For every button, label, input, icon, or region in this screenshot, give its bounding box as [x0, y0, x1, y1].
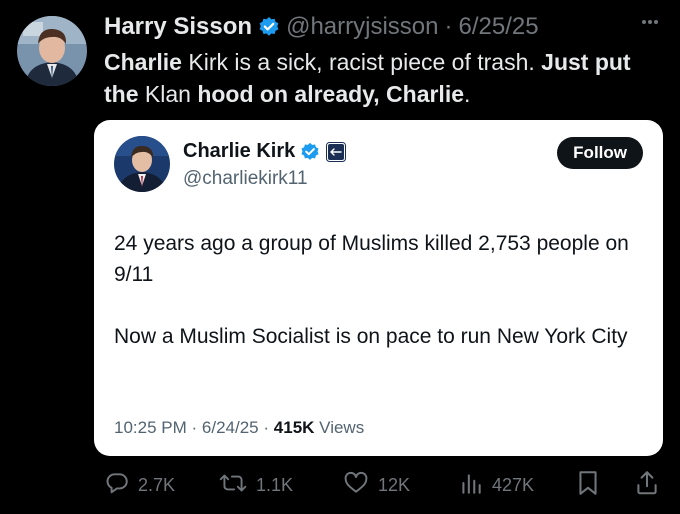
quote-date[interactable]: 6/24/25 [202, 418, 259, 437]
verified-badge-icon [258, 16, 280, 38]
follow-button[interactable]: Follow [557, 137, 643, 169]
views-button[interactable]: 427K [458, 468, 534, 502]
repost-button[interactable]: 1.1K [218, 468, 293, 502]
quote-body: 24 years ago a group of Muslims killed 2… [114, 228, 644, 352]
quote-views-count: 415K [273, 418, 315, 437]
reply-button[interactable]: 2.7K [104, 468, 175, 502]
share-button[interactable] [634, 468, 660, 502]
author-avatar[interactable] [17, 16, 87, 86]
quote-time[interactable]: 10:25 PM [114, 418, 187, 437]
heart-icon [342, 470, 370, 501]
repost-icon [218, 470, 248, 501]
more-dots-icon[interactable] [640, 12, 660, 37]
reply-icon [104, 470, 130, 501]
meta-separator: · [263, 418, 270, 437]
author-handle[interactable]: @harryjsisson [286, 13, 438, 41]
quote-paragraph: Now a Muslim Socialist is on pace to run… [114, 325, 628, 348]
bookmark-icon [576, 469, 600, 502]
share-icon [634, 469, 660, 502]
author-name[interactable]: Harry Sisson [104, 13, 252, 41]
repost-count: 1.1K [256, 474, 294, 495]
verified-badge-icon [300, 142, 320, 162]
meta-separator: · [444, 13, 453, 40]
meta-separator: · [191, 418, 198, 437]
tweet-text-segment: . [464, 81, 471, 107]
quote-views-label: Views [319, 418, 365, 437]
bookmark-button[interactable] [576, 468, 600, 502]
action-bar: 2.7K 1.1K 12K 427K [104, 468, 666, 502]
tweet-text-segment: Kirk is a sick, racist piece of trash. [181, 49, 542, 75]
like-count: 12K [378, 474, 411, 495]
like-button[interactable]: 12K [342, 468, 410, 502]
affiliate-badge-icon[interactable] [326, 141, 347, 162]
views-bar-chart-icon [458, 470, 484, 501]
quote-meta: 10:25 PM · 6/24/25 · 415K Views [114, 418, 364, 438]
quote-author-handle[interactable]: @charliekirk11 [183, 168, 308, 190]
tweet-header: Harry Sisson @harryjsisson · 6/25/25 [104, 10, 660, 44]
tweet-text-segment: Charlie [104, 49, 182, 75]
tweet-text: Charlie Kirk is a sick, racist piece of … [104, 46, 664, 110]
quote-author-name[interactable]: Charlie Kirk [183, 140, 295, 163]
quote-author-row: Charlie Kirk [183, 140, 347, 163]
tweet-text-segment: Klan [138, 81, 198, 107]
quote-author-avatar[interactable] [114, 136, 170, 192]
tweet-date[interactable]: 6/25/25 [458, 13, 538, 41]
reply-count: 2.7K [138, 474, 176, 495]
views-count: 427K [492, 474, 535, 495]
tweet-text-segment: hood on already, Charlie [197, 81, 465, 107]
quoted-tweet-card[interactable]: Charlie Kirk @charliekirk11 Follow 24 ye… [94, 120, 663, 456]
quote-paragraph: 24 years ago a group of Muslims killed 2… [114, 232, 629, 286]
